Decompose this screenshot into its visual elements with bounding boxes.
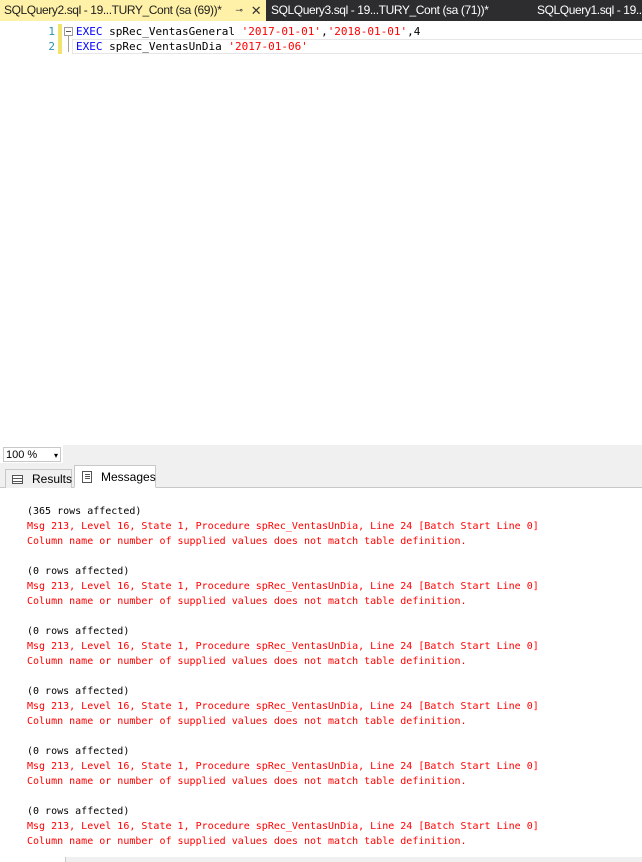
sql-keyword: EXEC [76,40,103,53]
outline-guide [68,36,69,52]
sql-keyword: EXEC [76,25,103,38]
change-tracking-bar [58,24,62,54]
tab-sqlquery3[interactable]: SQLQuery3.sql - 19...TURY_Cont (sa (71))… [266,0,528,21]
zoom-dropdown[interactable]: 100 % ▾ [3,447,61,462]
zoom-value: 100 % [6,449,38,461]
tab-sqlquery2[interactable]: SQLQuery2.sql - 19...TURY_Cont (sa (69))… [0,0,266,21]
tab-results-label: Results [32,472,73,486]
rows-affected-message: (0 rows affected) [27,626,130,637]
rows-affected-message: (365 rows affected) [27,506,142,517]
messages-pane[interactable]: (365 rows affected) Msg 213, Level 16, S… [0,488,642,862]
error-message: Column name or number of supplied values… [27,656,467,667]
rows-affected-message: (0 rows affected) [27,566,130,577]
chevron-down-icon: ▾ [53,451,58,460]
error-message: Msg 213, Level 16, State 1, Procedure sp… [27,641,539,652]
rows-affected-message: (0 rows affected) [27,686,130,697]
tab-label: SQLQuery1.sql - 19... [537,3,642,17]
error-message: Msg 213, Level 16, State 1, Procedure sp… [27,701,539,712]
separator: , [321,25,328,38]
horizontal-scrollbar[interactable] [63,445,642,463]
collapse-icon[interactable] [64,27,73,36]
tab-results[interactable]: Results [5,469,72,488]
string-literal: '2017-01-01' [241,25,322,38]
procedure-name: spRec_VentasGeneral [102,25,242,38]
code-line[interactable]: EXEC spRec_VentasGeneral '2017-01-01','2… [76,24,420,39]
pin-icon[interactable]: ⊸ [233,0,245,21]
error-message: Msg 213, Level 16, State 1, Procedure sp… [27,581,539,592]
tab-label: SQLQuery3.sql - 19...TURY_Cont (sa (71))… [271,3,489,17]
tab-messages-label: Messages [101,470,156,484]
string-literal: '2018-01-01' [327,25,408,38]
bottom-tab-strip [0,857,642,862]
error-message: Msg 213, Level 16, State 1, Procedure sp… [27,521,539,532]
query-editor[interactable]: 1 2 EXEC spRec_VentasGeneral '2017-01-01… [0,21,642,445]
string-literal: '2017-01-06' [228,40,308,53]
error-message: Msg 213, Level 16, State 1, Procedure sp… [27,761,539,772]
code-line[interactable]: EXEC spRec_VentasUnDia '2017-01-06' [76,39,308,54]
rows-affected-message: (0 rows affected) [27,746,130,757]
rows-affected-message: (0 rows affected) [27,806,130,817]
document-tab-bar: SQLQuery2.sql - 19...TURY_Cont (sa (69))… [0,0,642,21]
grid-icon [12,475,23,484]
tab-sqlquery1[interactable]: SQLQuery1.sql - 19... [528,0,642,21]
bottom-tab[interactable] [0,857,66,862]
line-number: 1 [48,25,55,38]
editor-margin [0,21,18,445]
close-icon[interactable]: ✕ [250,0,262,21]
error-message: Msg 213, Level 16, State 1, Procedure sp… [27,821,539,832]
error-message: Column name or number of supplied values… [27,836,467,847]
line-number: 2 [48,40,55,53]
line-number-gutter: 1 2 [17,21,57,445]
tab-label: SQLQuery2.sql - 19...TURY_Cont (sa (69))… [4,3,222,17]
tab-messages[interactable]: Messages [74,465,156,488]
argument: ,4 [407,25,421,38]
error-message: Column name or number of supplied values… [27,776,467,787]
procedure-name: spRec_VentasUnDia [102,40,229,53]
error-message: Column name or number of supplied values… [27,536,467,547]
error-message: Column name or number of supplied values… [27,596,467,607]
error-message: Column name or number of supplied values… [27,716,467,727]
results-tab-strip: Results Messages [0,463,642,488]
message-icon [82,471,92,483]
